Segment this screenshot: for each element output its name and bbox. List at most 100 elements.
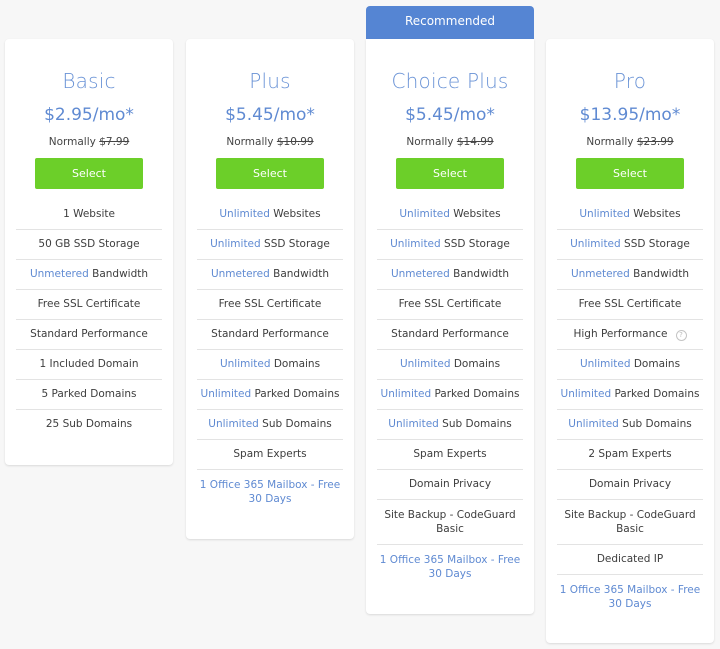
feature-item: Spam Experts (377, 440, 523, 470)
feature-highlight: 1 Office 365 Mailbox - Free 30 Days (379, 554, 521, 580)
feature-item: Site Backup - CodeGuard Basic (377, 500, 523, 545)
feature-item: Unlimited Websites (197, 200, 343, 230)
feature-item: High Performance? (557, 320, 703, 350)
feature-highlight: Unlimited (210, 238, 261, 250)
feature-text: Websites (449, 208, 501, 220)
feature-text: Spam Experts (233, 448, 307, 460)
feature-highlight: Unlimited (579, 358, 631, 370)
feature-item: 50 GB SSD Storage (16, 230, 162, 260)
normal-price-line: Normally $7.99 (5, 135, 173, 149)
feature-text: Parked Domains (251, 388, 340, 400)
feature-text: Standard Performance (391, 328, 509, 340)
normally-label: Normally (48, 136, 96, 148)
feature-highlight: Unlimited (560, 388, 612, 400)
feature-item: Unlimited Sub Domains (197, 410, 343, 440)
feature-item: 2 Spam Experts (557, 440, 703, 470)
normal-price-line: Normally $14.99 (366, 135, 534, 149)
feature-text: SSD Storage (440, 238, 510, 250)
feature-item: Unlimited Domains (557, 350, 703, 380)
feature-text: Site Backup - CodeGuard Basic (384, 509, 516, 535)
feature-text: Bandwidth (269, 268, 330, 280)
feature-list: 1 Website 50 GB SSD Storage Unmetered Band… (16, 200, 162, 439)
select-button[interactable]: Select (216, 158, 324, 189)
feature-item: Unlimited Domains (377, 350, 523, 380)
feature-item: Spam Experts (197, 440, 343, 470)
feature-text: Site Backup - CodeGuard Basic (564, 509, 696, 535)
feature-highlight: Unlimited (219, 358, 271, 370)
feature-text: Sub Domains (258, 418, 332, 430)
feature-text: SSD Storage (620, 238, 690, 250)
feature-text: Free SSL Certificate (578, 298, 682, 310)
feature-highlight: Unlimited (219, 208, 270, 220)
normal-price-line: Normally $10.99 (186, 135, 354, 149)
feature-list: Unlimited Websites Unlimited SSD Storage U… (197, 200, 343, 514)
feature-text: Domains (630, 358, 681, 370)
feature-item: Unlimited Websites (557, 200, 703, 230)
feature-text: Domain Privacy (588, 478, 672, 490)
feature-item: Unlimited SSD Storage (197, 230, 343, 260)
feature-text: Free SSL Certificate (37, 298, 141, 310)
feature-text: High Performance (573, 328, 668, 340)
feature-text: Free SSL Certificate (398, 298, 502, 310)
feature-item: Free SSL Certificate (197, 290, 343, 320)
feature-item: Dedicated IP (557, 545, 703, 575)
feature-text: Free SSL Certificate (218, 298, 322, 310)
feature-text: Sub Domains (438, 418, 512, 430)
feature-text: 2 Spam Experts (588, 448, 672, 460)
feature-item: Standard Performance (197, 320, 343, 350)
recommended-badge: Recommended (366, 6, 534, 39)
feature-item: Unlimited Parked Domains (197, 380, 343, 410)
feature-highlight: Unmetered (390, 268, 450, 280)
feature-text: Standard Performance (211, 328, 329, 340)
normally-label: Normally (406, 136, 454, 148)
feature-item: Free SSL Certificate (557, 290, 703, 320)
feature-item: Unlimited Sub Domains (377, 410, 523, 440)
feature-item: Standard Performance (377, 320, 523, 350)
select-button[interactable]: Select (396, 158, 504, 189)
feature-item: Unlimited Domains (197, 350, 343, 380)
original-price: $14.99 (456, 136, 494, 148)
plan-price: $5.45/mo* (405, 105, 495, 125)
feature-text: SSD Storage (260, 238, 330, 250)
feature-item: Standard Performance (16, 320, 162, 350)
feature-list: Unlimited Websites Unlimited SSD Storage U… (377, 200, 523, 589)
original-price: $23.99 (636, 136, 674, 148)
feature-text: Dedicated IP (596, 553, 664, 565)
feature-item: Unlimited Parked Domains (557, 380, 703, 410)
feature-highlight: Unlimited (388, 418, 439, 430)
feature-text: Websites (269, 208, 321, 220)
feature-highlight: Unlimited (399, 208, 450, 220)
feature-text: Standard Performance (30, 328, 148, 340)
feature-highlight: Unlimited (208, 418, 259, 430)
normally-label: Normally (586, 136, 634, 148)
help-icon[interactable]: ? (675, 330, 687, 341)
feature-item: Unmetered Bandwidth (16, 260, 162, 290)
select-button[interactable]: Select (576, 158, 684, 189)
plan-card-choice-plus: Choice Plus $5.45/mo* Normally $14.99 Selec… (366, 39, 534, 614)
feature-item: 1 Office 365 Mailbox - Free 30 Days (197, 470, 343, 514)
feature-highlight: Unmetered (29, 268, 89, 280)
feature-item: 5 Parked Domains (16, 380, 162, 410)
select-button[interactable]: Select (35, 158, 143, 189)
feature-highlight: Unlimited (399, 358, 451, 370)
plan-card-basic: Basic $2.95/mo* Normally $7.99 Select 1 Webs… (5, 39, 173, 465)
normally-label: Normally (226, 136, 274, 148)
feature-text: Bandwidth (88, 268, 149, 280)
feature-item: Unmetered Bandwidth (197, 260, 343, 290)
feature-text: Bandwidth (629, 268, 690, 280)
feature-item: 1 Office 365 Mailbox - Free 30 Days (557, 575, 703, 619)
feature-item: Site Backup - CodeGuard Basic (557, 500, 703, 545)
feature-text: Spam Experts (413, 448, 487, 460)
feature-highlight: 1 Office 365 Mailbox - Free 30 Days (559, 584, 701, 610)
feature-item: 25 Sub Domains (16, 410, 162, 439)
feature-item: Free SSL Certificate (377, 290, 523, 320)
feature-item: Unlimited SSD Storage (377, 230, 523, 260)
feature-item: Free SSL Certificate (16, 290, 162, 320)
feature-text: Parked Domains (611, 388, 700, 400)
plan-name: Plus (249, 69, 291, 93)
feature-highlight: Unlimited (380, 388, 432, 400)
plan-price: $13.95/mo* (579, 105, 681, 125)
plan-price: $2.95/mo* (44, 105, 134, 125)
normal-price-line: Normally $23.99 (546, 135, 714, 149)
feature-item: Unmetered Bandwidth (557, 260, 703, 290)
